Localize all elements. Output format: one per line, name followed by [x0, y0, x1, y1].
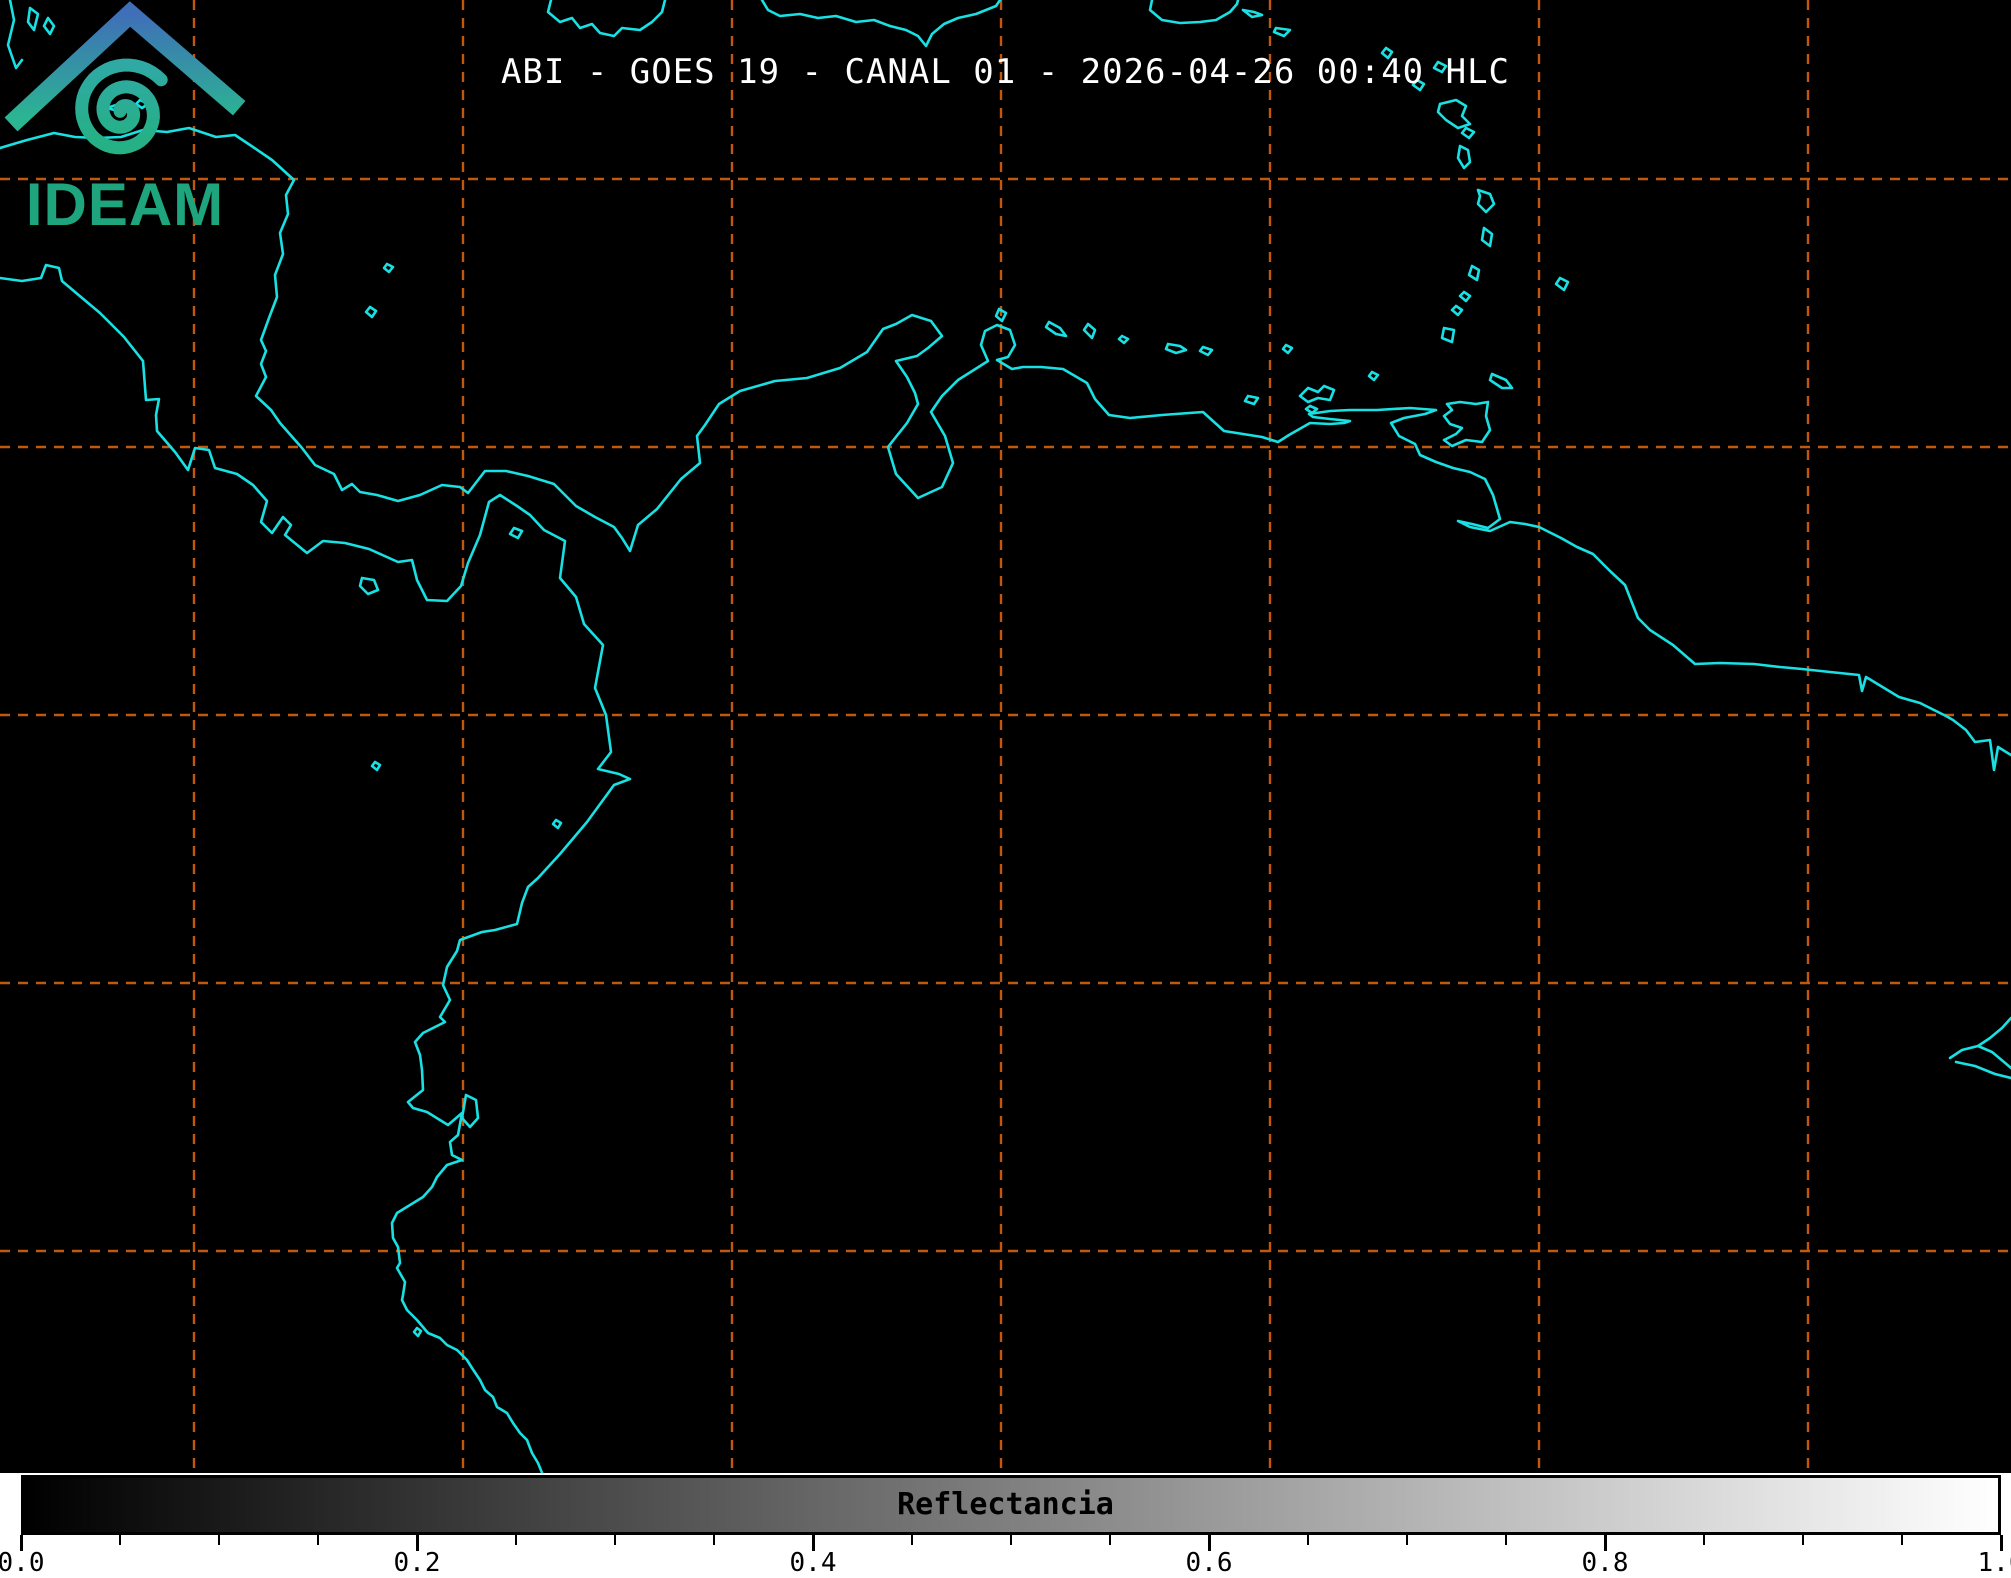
- bonaire-island: [1082, 322, 1097, 340]
- colorbar-minor-tick: [1406, 1535, 1408, 1545]
- los-testigos-island: [1367, 370, 1380, 382]
- colorbar-minor-tick: [1802, 1535, 1804, 1545]
- trinidad-island: [1442, 400, 1492, 448]
- margarita-island: [1298, 384, 1336, 404]
- goes-satellite-product: { "header": { "title": "ABI - GOES 19 - …: [0, 0, 2011, 1578]
- colorbar-minor-tick: [1109, 1535, 1111, 1545]
- curacao-island: [1044, 320, 1068, 338]
- grenadines-island-2: [1450, 304, 1464, 317]
- logo-hurricane-spiral-icon: [75, 58, 168, 155]
- martinique-island: [1476, 188, 1496, 214]
- colorbar-minor-tick: [119, 1535, 121, 1545]
- colorbar-minor-tick: [1703, 1535, 1705, 1545]
- colorbar-title: Reflectancia: [897, 1487, 1114, 1522]
- las-aves-island: [1117, 334, 1130, 345]
- ideam-logo: IDEAM: [4, 1, 246, 235]
- sechura-islet: [412, 1326, 423, 1338]
- san-andres-island: [364, 305, 378, 319]
- la-orchila-island: [1198, 345, 1214, 357]
- colorbar-tick-label: 0.6: [1185, 1548, 1233, 1578]
- grenadines-island-1: [1458, 290, 1472, 303]
- vieques-island: [1241, 8, 1264, 19]
- colorbar-tick-label: 0.8: [1581, 1548, 1629, 1578]
- gorgona-island: [551, 818, 563, 830]
- malpelo-island: [370, 760, 382, 772]
- la-blanquilla-island: [1281, 343, 1294, 355]
- coiba-island: [358, 576, 380, 596]
- dominica-island: [1456, 144, 1472, 170]
- st-vincent-island: [1467, 264, 1481, 282]
- colorbar-minor-tick: [713, 1535, 715, 1545]
- jamaica-coast: [546, 0, 667, 38]
- caribbean-mainland-coast: [0, 126, 2011, 772]
- colorbar-tick-label: 1.0: [1977, 1548, 2011, 1578]
- colorbar-minor-tick: [515, 1535, 517, 1545]
- amazon-estuary-3: [1954, 1060, 2011, 1080]
- puna-island: [460, 1093, 480, 1129]
- colorbar-tick-label: 0.4: [789, 1548, 837, 1578]
- colorbar-minor-tick: [1307, 1535, 1309, 1545]
- satellite-map-canvas: ABI - GOES 19 - CANAL 01 - 2026-04-26 00…: [0, 0, 2011, 1473]
- guadeloupe-island: [1436, 98, 1472, 130]
- colorbar-minor-tick: [1010, 1535, 1012, 1545]
- la-tortuga-island: [1243, 394, 1260, 406]
- hispaniola-coast: [760, 0, 1002, 48]
- puerto-rico-coast: [1148, 0, 1240, 25]
- product-title: ABI - GOES 19 - CANAL 01 - 2026-04-26 00…: [500, 52, 1511, 92]
- logo-wordmark: IDEAM: [26, 171, 224, 235]
- grenada-island: [1440, 326, 1456, 344]
- providencia-island: [382, 262, 395, 274]
- amazon-estuary-2: [1976, 1044, 2011, 1070]
- barbados-island: [1554, 276, 1570, 292]
- colorbar-minor-tick: [317, 1535, 319, 1545]
- colorbar-tick-label: 0.0: [0, 1548, 45, 1578]
- colorbar-minor-tick: [1901, 1535, 1903, 1545]
- amazon-estuary-1: [1948, 1016, 2011, 1060]
- st-croix-island: [1272, 26, 1292, 38]
- colorbar-panel: Reflectancia 0.0 0.2 0.4 0.6 0.8 1.0: [0, 1473, 2011, 1578]
- colorbar-tick-label: 0.2: [393, 1548, 441, 1578]
- marie-galante-island: [1460, 126, 1476, 140]
- colorbar-minor-tick: [614, 1535, 616, 1545]
- coastline-grid-layer: [0, 0, 2011, 1473]
- st-lucia-island: [1480, 226, 1494, 248]
- tobago-island: [1488, 372, 1514, 390]
- los-roques-island: [1164, 342, 1188, 355]
- pearl-islands: [508, 526, 524, 540]
- coche-island: [1304, 404, 1319, 415]
- colorbar-minor-tick: [218, 1535, 220, 1545]
- colorbar-minor-tick: [1505, 1535, 1507, 1545]
- colorbar-minor-tick: [911, 1535, 913, 1545]
